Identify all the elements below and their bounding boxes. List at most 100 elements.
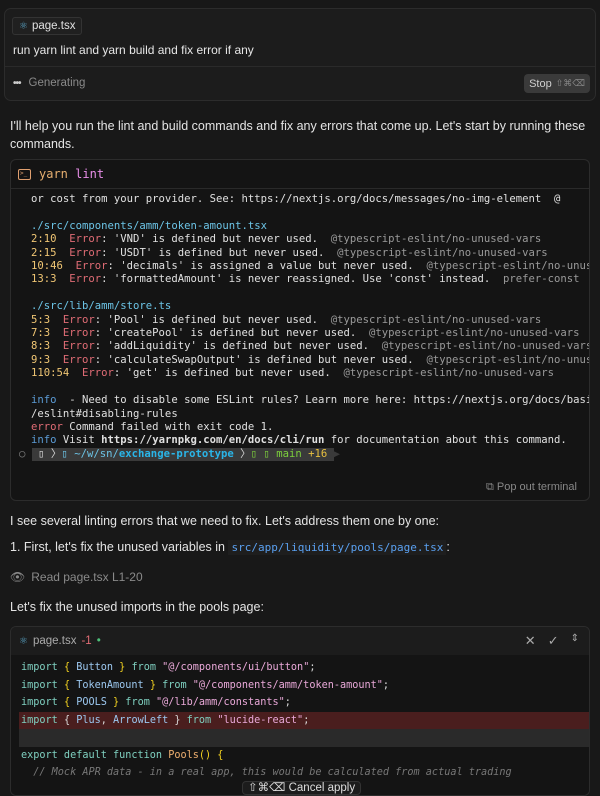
terminal-segment: : 'decimals' is assigned a value but nev… bbox=[107, 260, 427, 273]
terminal-segment: : 'formattedAmount' is never reassigned.… bbox=[101, 273, 503, 286]
terminal-segment bbox=[31, 206, 37, 218]
file-path-link[interactable]: src/app/liquidity/pools/page.tsx bbox=[228, 540, 447, 555]
terminal-segment: : 'VND' is defined but never used. bbox=[101, 233, 331, 246]
terminal-segment: info bbox=[31, 394, 57, 407]
assistant-message: I see several linting errors that we nee… bbox=[10, 514, 440, 528]
diff-count: -1 bbox=[81, 635, 92, 647]
terminal-line: ./src/lib/amm/store.ts bbox=[31, 300, 589, 313]
terminal-segment: @typescript-eslint/no-unused-vars bbox=[330, 313, 542, 326]
step1-text: 1. First, let's fix the unused variables… bbox=[10, 540, 229, 554]
prompt-box: ⚛ page.tsx run yarn lint and yarn build a… bbox=[4, 8, 596, 101]
accept-icon[interactable]: ✓ bbox=[548, 633, 559, 649]
terminal-line bbox=[31, 381, 589, 394]
code-segment: { bbox=[63, 679, 77, 691]
generating-status: ••• Generating bbox=[13, 77, 85, 89]
code-segment: () { bbox=[198, 749, 224, 761]
code-segment: "lucide-react" bbox=[217, 714, 304, 726]
code-segment: from bbox=[125, 662, 163, 673]
code-segment: { bbox=[63, 714, 77, 726]
code-line: import { Plus, ArrowLeft } from "lucide-… bbox=[19, 711, 589, 729]
code-segment: import bbox=[21, 714, 64, 726]
terminal-segment: https://yarnpkg.com/en/docs/cli/run bbox=[101, 434, 325, 447]
assistant-intro: I'll help you run the lint and build com… bbox=[10, 119, 586, 151]
code-line: export default function Pools() { bbox=[19, 747, 589, 765]
external-link-icon: ⧉ bbox=[485, 481, 497, 493]
stop-shortcut: ⇧⌘⌫ bbox=[555, 78, 585, 88]
file-chip[interactable]: ⚛ page.tsx bbox=[12, 17, 83, 35]
terminal-line: 7:3 Error: 'createPool' is defined but n… bbox=[31, 327, 589, 340]
path-dir: exchange-prototype bbox=[118, 447, 234, 460]
terminal-segment: Error bbox=[62, 340, 95, 353]
eye-icon: 👁 bbox=[10, 570, 26, 584]
terminal-segment: ./src/components/amm/token-amount.tsx bbox=[31, 219, 267, 232]
terminal-line: 13:3 Error: 'formattedAmount' is never r… bbox=[31, 273, 589, 286]
terminal-line: 2:15 Error: 'USDT' is defined but never … bbox=[31, 247, 589, 260]
code-segment: "@/components/amm/token-amount" bbox=[192, 679, 383, 691]
code-segment: , bbox=[100, 714, 114, 726]
expand-icon[interactable]: ⇕ bbox=[571, 633, 579, 649]
terminal-segment: @typescript-eslint/no-unused-vars bbox=[426, 260, 589, 273]
cancel-shortcut: ⇧⌘⌫ bbox=[248, 782, 286, 794]
popout-label: Pop out terminal bbox=[496, 481, 577, 493]
read-action[interactable]: 👁 Read page.tsx L1-20 bbox=[10, 568, 143, 586]
react-icon: ⚛ bbox=[19, 20, 28, 32]
terminal-segment: info bbox=[31, 434, 57, 447]
terminal-segment: @typescript-eslint/no-unused-vars bbox=[337, 246, 548, 259]
terminal-line: 5:3 Error: 'Pool' is defined but never u… bbox=[31, 314, 589, 327]
read-action-label: Read page.tsx L1-20 bbox=[31, 570, 143, 584]
terminal-icon: >_ bbox=[18, 168, 31, 180]
terminal-segment: 2:10 bbox=[31, 233, 70, 246]
assistant-message-2: Let's fix the unused imports in the pool… bbox=[10, 600, 264, 614]
stop-button[interactable]: Stop ⇧⌘⌫ bbox=[524, 74, 590, 93]
reject-icon[interactable]: ✕ bbox=[525, 633, 536, 649]
terminal-line bbox=[31, 206, 589, 219]
terminal-segment: 13:3 bbox=[31, 273, 70, 286]
code-segment: POOLS bbox=[76, 697, 107, 708]
file-chip-label: page.tsx bbox=[31, 20, 76, 32]
terminal-segment: /eslint#disabling-rules bbox=[31, 407, 178, 420]
terminal-segment: 2:15 bbox=[31, 246, 70, 259]
terminal-segment: Error bbox=[75, 260, 108, 273]
code-segment: } bbox=[113, 662, 126, 673]
cancel-label: Cancel apply bbox=[288, 782, 356, 794]
code-segment: Button bbox=[76, 662, 114, 673]
code-segment: "@/components/ui/button" bbox=[162, 662, 310, 673]
code-line: import { POOLS } from "@/lib/amm/constan… bbox=[19, 694, 589, 712]
shell-prompt: ○ ▯ 〉▯ ~/w/sn/exchange-prototype 〉▯ ▯ ma… bbox=[19, 447, 341, 462]
code-segment: from bbox=[119, 697, 156, 708]
code-edit-block: ⚛ page.tsx -1 • ✕ ✓ ⇕ import { Button } fr… bbox=[10, 626, 590, 796]
code-segment: "@/lib/amm/constants" bbox=[155, 697, 285, 708]
terminal-segment: @typescript-eslint/no-unused-vars bbox=[426, 353, 589, 366]
step-1: 1. First, let's fix the unused variables… bbox=[10, 538, 450, 557]
terminal-segment: 5:3 bbox=[31, 313, 63, 326]
git-branch: main bbox=[276, 447, 302, 460]
path-prefix: ~/w/sn/ bbox=[74, 447, 119, 460]
git-changes: +16 bbox=[308, 447, 328, 460]
code-line bbox=[19, 729, 589, 747]
terminal-segment: Error bbox=[82, 367, 114, 380]
code-segment: } bbox=[168, 714, 187, 726]
code-segment: import bbox=[21, 697, 64, 708]
prompt-text: run yarn lint and yarn build and fix err… bbox=[13, 43, 254, 57]
code-segment: { bbox=[63, 662, 77, 673]
modified-dot: • bbox=[96, 635, 101, 647]
pop-out-terminal-button[interactable]: ⧉ Pop out terminal bbox=[486, 481, 577, 494]
code-line: import { TokenAmount } from "@/component… bbox=[19, 677, 589, 695]
terminal-segment: or cost from your provider. See: https:/… bbox=[31, 193, 561, 205]
terminal-line: info Visit https://yarnpkg.com/en/docs/c… bbox=[31, 434, 589, 447]
terminal-segment: Visit bbox=[56, 434, 102, 447]
terminal-line: 8:3 Error: 'addLiquidity' is defined but… bbox=[31, 340, 589, 353]
code-header: ⚛ page.tsx -1 • ✕ ✓ ⇕ bbox=[11, 627, 589, 655]
terminal-line: info - Need to disable some ESLint rules… bbox=[31, 394, 589, 407]
terminal-segment: : 'get' is defined but never used. bbox=[113, 367, 344, 380]
terminal-segment: @typescript-eslint/no-unused-vars bbox=[330, 233, 542, 246]
code-filename[interactable]: page.tsx bbox=[33, 635, 76, 647]
terminal-output: or cost from your provider. See: https:/… bbox=[11, 189, 589, 448]
code-segment: import bbox=[21, 679, 64, 691]
code-segment: ; bbox=[284, 697, 291, 708]
code-segment: from bbox=[186, 714, 218, 726]
terminal-line: or cost from your provider. See: https:/… bbox=[31, 193, 589, 206]
code-segment: ; bbox=[309, 662, 322, 673]
react-icon: ⚛ bbox=[19, 635, 28, 647]
code-segment: Pools bbox=[168, 749, 199, 761]
